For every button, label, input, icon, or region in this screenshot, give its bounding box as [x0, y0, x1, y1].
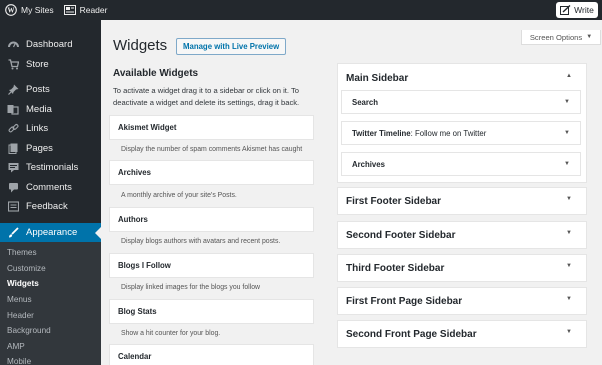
sidebar-widget-search[interactable]: Search ▼ [341, 90, 581, 114]
brush-icon [6, 226, 20, 238]
widget-calendar[interactable]: Calendar [109, 344, 314, 365]
widget-blog-stats[interactable]: Blog Stats [109, 299, 314, 324]
caret-down-icon[interactable]: ▼ [564, 161, 570, 167]
admin-bar: W My Sites Reader Write [0, 0, 602, 20]
submenu-item-mobile[interactable]: Mobile [0, 354, 101, 365]
sidebar-title: Second Front Page Sidebar [346, 328, 477, 340]
pin-icon [6, 84, 20, 96]
menu-item-store[interactable]: Store [0, 55, 101, 75]
available-widgets-heading: Available Widgets [113, 68, 199, 79]
widget-description: A monthly archive of your site's Posts. [121, 192, 237, 199]
menu-item-links[interactable]: Links [0, 119, 101, 139]
screen-options-label: Screen Options [529, 32, 583, 42]
menu-label: Pages [26, 142, 53, 154]
menu-label: Feedback [26, 201, 68, 213]
feedback-icon [6, 201, 20, 213]
widget-archives[interactable]: Archives [109, 160, 314, 185]
submenu-item-menus[interactable]: Menus [0, 292, 101, 308]
caret-down-icon[interactable]: ▼ [566, 263, 572, 269]
testimonials-icon [6, 162, 20, 174]
reader-icon [63, 5, 76, 15]
sidebar-second-front-page[interactable]: Second Front Page Sidebar ▼ [337, 320, 587, 348]
sidebar-widget-twitter[interactable]: Twitter Timeline : Follow me on Twitter … [341, 121, 581, 145]
admin-menu: Dashboard Store Posts Media Links Pages … [0, 20, 102, 365]
sidebar-widget-name: Search [352, 97, 379, 107]
menu-item-appearance[interactable]: Appearance [0, 222, 102, 242]
link-icon [6, 123, 20, 135]
widget-description: Display linked images for the blogs you … [121, 284, 261, 291]
write-label: Write [574, 5, 594, 15]
sidebar-title: First Front Page Sidebar [346, 295, 463, 307]
sidebar-widget-name: Archives [352, 159, 385, 169]
caret-down-icon[interactable]: ▼ [566, 230, 572, 236]
sidebar-first-footer[interactable]: First Footer Sidebar ▼ [337, 187, 587, 215]
caret-down-icon[interactable]: ▼ [566, 296, 572, 302]
menu-item-testimonials[interactable]: Testimonials [0, 158, 101, 178]
widget-blogs-i-follow[interactable]: Blogs I Follow [109, 253, 314, 278]
menu-item-media[interactable]: Media [0, 100, 101, 120]
caret-up-icon[interactable]: ▲ [566, 73, 572, 79]
sidebar-title: First Footer Sidebar [346, 195, 442, 207]
screen-options-button[interactable]: Screen Options ▼ [521, 30, 601, 45]
menu-label: Links [26, 123, 49, 135]
sidebar-widget-suffix: : Follow me on Twitter [410, 128, 487, 138]
menu-label: Store [26, 58, 49, 70]
wordpress-logo-icon: W [5, 4, 17, 16]
widget-description: Display blogs authors with avatars and r… [121, 238, 281, 245]
media-icon [6, 103, 20, 115]
menu-label: Appearance [26, 226, 78, 238]
write-button[interactable]: Write [556, 2, 598, 18]
submenu-item-customize[interactable]: Customize [0, 261, 101, 277]
caret-down-icon[interactable]: ▼ [566, 196, 572, 202]
menu-label: Media [26, 103, 52, 115]
live-preview-button[interactable]: Manage with Live Preview [176, 38, 287, 55]
caret-down-icon[interactable]: ▼ [564, 130, 570, 136]
menu-item-pages[interactable]: Pages [0, 139, 101, 159]
caret-down-icon[interactable]: ▼ [566, 329, 572, 335]
main-sidebar-title[interactable]: Main Sidebar [346, 73, 408, 84]
sidebar-first-front-page[interactable]: First Front Page Sidebar ▼ [337, 287, 587, 315]
submenu-item-background[interactable]: Background [0, 323, 101, 339]
caret-down-icon[interactable]: ▼ [564, 99, 570, 105]
widget-description: Show a hit counter for your blog. [121, 330, 221, 337]
menu-label: Testimonials [26, 162, 79, 174]
submenu-item-header[interactable]: Header [0, 307, 101, 323]
available-widgets-description: To activate a widget drag it to a sideba… [113, 86, 300, 107]
submenu-item-widgets[interactable]: Widgets [0, 276, 101, 292]
menu-item-feedback[interactable]: Feedback [0, 197, 101, 217]
widget-description: Display the number of spam comments Akis… [121, 146, 303, 153]
cart-icon [6, 58, 20, 70]
my-sites-link[interactable]: W My Sites [0, 0, 59, 20]
submenu-item-amp[interactable]: AMP [0, 339, 101, 355]
widget-akismet[interactable]: Akismet Widget [109, 115, 314, 140]
pencil-icon [560, 5, 571, 15]
caret-down-icon: ▼ [586, 34, 593, 40]
sidebar-third-footer[interactable]: Third Footer Sidebar ▼ [337, 254, 587, 282]
dashboard-icon [6, 39, 20, 51]
sidebar-widget-name: Twitter Timeline [352, 128, 411, 138]
appearance-submenu: Themes Customize Widgets Menus Header Ba… [0, 242, 101, 365]
menu-item-comments[interactable]: Comments [0, 178, 101, 198]
submenu-item-themes[interactable]: Themes [0, 245, 101, 261]
widget-authors[interactable]: Authors [109, 207, 314, 232]
my-sites-label: My Sites [21, 5, 54, 15]
menu-item-posts[interactable]: Posts [0, 80, 101, 100]
reader-link[interactable]: Reader [59, 0, 113, 20]
menu-label: Dashboard [26, 39, 73, 51]
comments-icon [6, 181, 20, 193]
sidebar-widget-archives[interactable]: Archives ▼ [341, 152, 581, 176]
pages-icon [6, 142, 20, 154]
sidebar-second-footer[interactable]: Second Footer Sidebar ▼ [337, 221, 587, 249]
menu-label: Posts [26, 84, 50, 96]
menu-label: Comments [26, 181, 72, 193]
sidebar-title: Second Footer Sidebar [346, 229, 456, 241]
svg-text:W: W [8, 7, 15, 15]
menu-item-dashboard[interactable]: Dashboard [0, 35, 101, 55]
sidebar-title: Third Footer Sidebar [346, 262, 445, 274]
page-title: Widgets [113, 37, 168, 54]
reader-label: Reader [79, 5, 108, 15]
